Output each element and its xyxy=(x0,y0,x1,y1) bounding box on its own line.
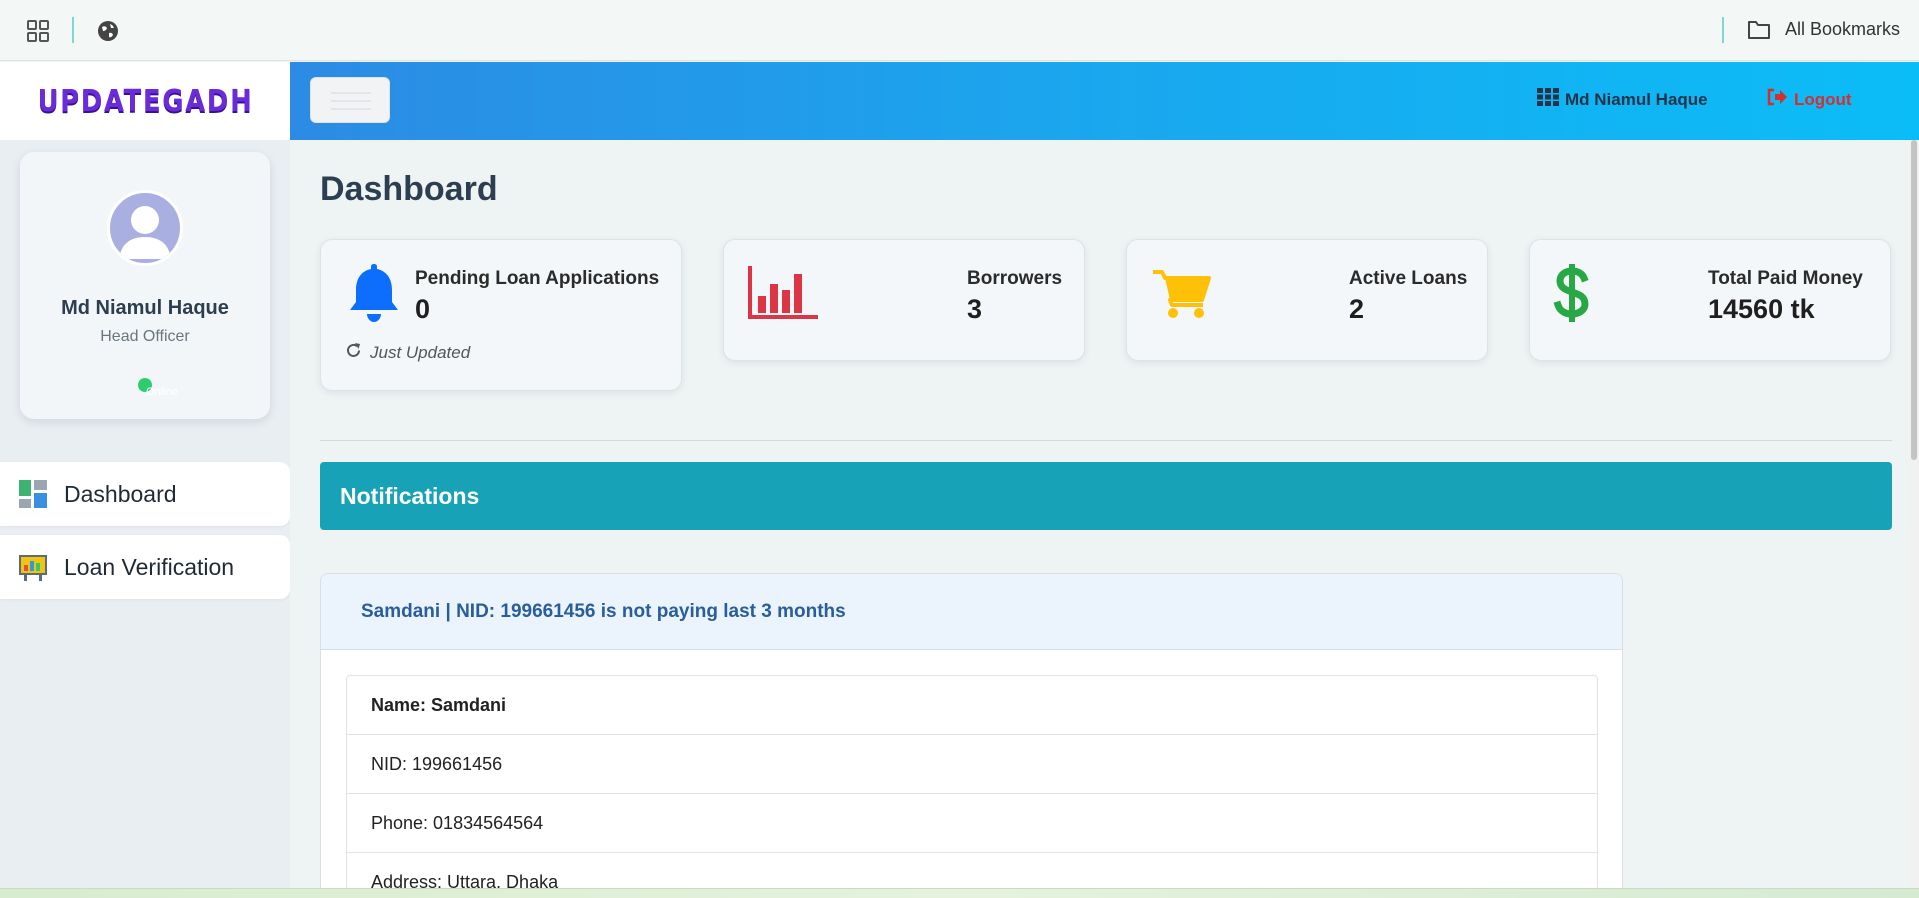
borrower-detail-list: Name: Samdani NID: 199661456 Phone: 0183… xyxy=(346,675,1598,898)
stat-label: Active Loans xyxy=(1349,268,1468,289)
sidebar-item-label: Loan Verification xyxy=(64,553,235,580)
all-bookmarks-link[interactable]: All Bookmarks xyxy=(1785,19,1900,40)
stat-label: Borrowers xyxy=(967,268,1063,289)
brand-logo-text: UPDATEGADH xyxy=(37,83,253,119)
profile-name: Md Niamul Haque xyxy=(61,297,229,319)
sidebar-item-loan-verification[interactable]: Loan Verification xyxy=(0,535,290,599)
shopping-cart-icon xyxy=(1151,268,1211,325)
list-item: NID: 199661456 xyxy=(347,735,1597,794)
stat-card-borrowers[interactable]: Borrowers 3 xyxy=(723,239,1085,361)
folder-icon[interactable] xyxy=(1747,19,1771,41)
sidebar: Md Niamul Haque Head Officer Online Dash… xyxy=(0,140,290,898)
notification-headline-bar: Samdani | NID: 199661456 is not paying l… xyxy=(321,574,1622,650)
sidebar-toggle-button[interactable] xyxy=(310,77,390,123)
notification-card: Samdani | NID: 199661456 is not paying l… xyxy=(320,573,1623,898)
stat-value: 0 xyxy=(415,294,431,324)
stat-card-pending-loan-applications[interactable]: Pending Loan Applications 0 Just Updated xyxy=(320,239,682,391)
navbar-user[interactable]: Md Niamul Haque xyxy=(1537,88,1708,111)
online-status-text: Online xyxy=(146,386,178,398)
globe-icon[interactable] xyxy=(96,19,120,43)
list-item: Name: Samdani xyxy=(347,676,1597,735)
profile-card: Md Niamul Haque Head Officer Online xyxy=(20,152,270,419)
notifications-title: Notifications xyxy=(340,482,480,509)
bookmarks-bar: All Bookmarks xyxy=(0,0,1919,61)
brand-logo[interactable]: UPDATEGADH xyxy=(0,62,290,140)
presentation-chart-icon xyxy=(18,552,48,582)
notifications-header: Notifications xyxy=(320,462,1892,530)
navbar-user-name: Md Niamul Haque xyxy=(1565,89,1708,109)
last-updated: Just Updated xyxy=(345,342,470,364)
bottom-strip xyxy=(0,888,1919,898)
dashboard-icon xyxy=(18,479,48,509)
stat-label: Pending Loan Applications xyxy=(415,268,660,289)
sign-out-icon xyxy=(1766,88,1788,111)
bookmarks-separator xyxy=(1722,17,1724,43)
logout-button[interactable]: Logout xyxy=(1766,88,1852,111)
main-content: Dashboard Pending Loan Applications 0 Ju… xyxy=(290,140,1919,898)
sidebar-item-dashboard[interactable]: Dashboard xyxy=(0,462,290,526)
stat-value: 14560 tk xyxy=(1708,294,1815,324)
logout-label: Logout xyxy=(1794,89,1852,109)
stat-value: 2 xyxy=(1349,294,1365,324)
stat-value: 3 xyxy=(967,294,983,324)
section-divider xyxy=(320,440,1892,441)
dollar-icon xyxy=(1552,262,1592,329)
list-item: Phone: 01834564564 xyxy=(347,794,1597,853)
apps-grid-icon[interactable] xyxy=(26,19,50,43)
sidebar-item-label: Dashboard xyxy=(64,480,177,507)
notification-headline: Samdani | NID: 199661456 is not paying l… xyxy=(361,600,846,622)
stat-card-total-paid-money[interactable]: Total Paid Money 14560 tk xyxy=(1529,239,1891,361)
avatar xyxy=(107,190,183,266)
page-title: Dashboard xyxy=(320,170,498,208)
profile-role: Head Officer xyxy=(100,328,190,345)
stat-card-active-loans[interactable]: Active Loans 2 xyxy=(1126,239,1488,361)
refresh-icon xyxy=(345,342,362,364)
last-updated-text: Just Updated xyxy=(370,343,471,362)
bar-chart-icon xyxy=(748,264,820,325)
top-navbar: Md Niamul Haque Logout xyxy=(290,62,1919,140)
bookmarks-separator xyxy=(72,17,74,43)
scrollbar-thumb[interactable] xyxy=(1911,140,1917,460)
stat-label: Total Paid Money xyxy=(1708,268,1863,289)
grid-icon xyxy=(1537,88,1559,111)
bell-icon xyxy=(345,262,403,329)
